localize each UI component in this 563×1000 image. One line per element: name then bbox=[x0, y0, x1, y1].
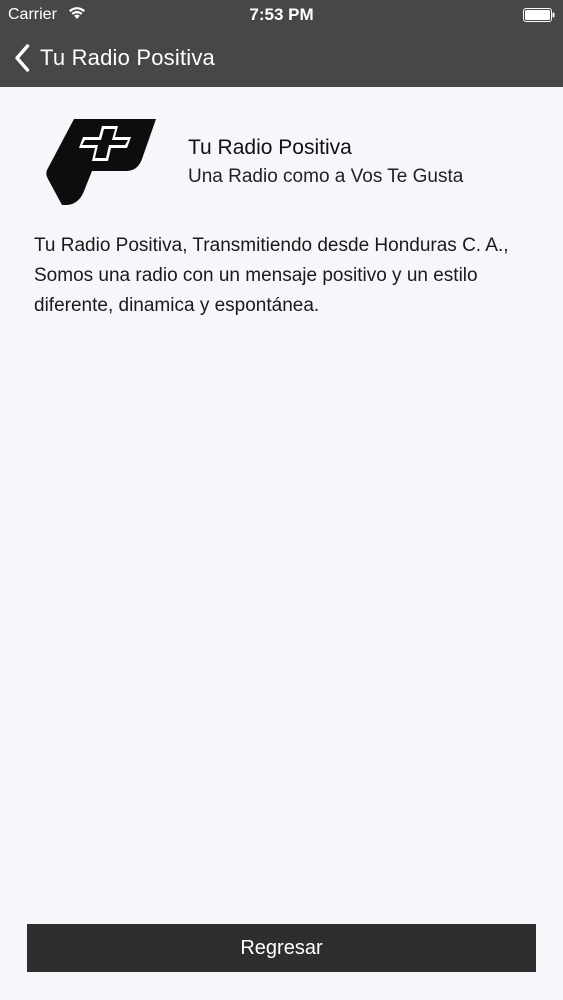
battery-icon bbox=[523, 8, 555, 22]
station-name: Tu Radio Positiva bbox=[188, 136, 352, 159]
navigation-bar: Tu Radio Positiva bbox=[0, 30, 563, 87]
regresar-button[interactable]: Regresar bbox=[27, 924, 536, 972]
back-button[interactable]: Tu Radio Positiva bbox=[14, 40, 215, 76]
top-bar: Carrier 7:53 PM Tu Radio Positiva bbox=[0, 0, 563, 87]
status-time: 7:53 PM bbox=[249, 5, 314, 24]
radio-positiva-logo bbox=[46, 119, 156, 205]
nav-title: Tu Radio Positiva bbox=[40, 45, 215, 70]
station-description: Tu Radio Positiva, Transmitiendo desde H… bbox=[34, 235, 509, 316]
status-bar: Carrier 7:53 PM bbox=[0, 0, 563, 30]
station-slogan: Una Radio como a Vos Te Gusta bbox=[188, 166, 464, 187]
chevron-left-icon bbox=[15, 44, 30, 72]
